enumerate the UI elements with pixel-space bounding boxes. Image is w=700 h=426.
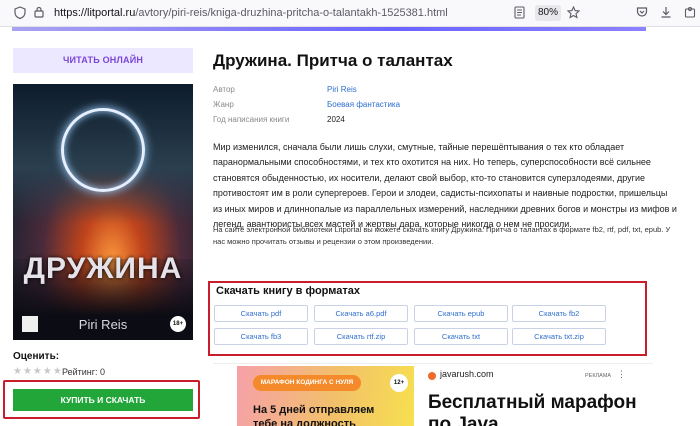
book-description: Мир изменился, сначала были лишь слухи, …	[213, 142, 677, 230]
age-rating-badge: 18+	[170, 316, 186, 332]
cover-title: ДРУЖИНА	[23, 252, 183, 285]
buy-and-download-button[interactable]: КУПИТЬ И СКАЧАТЬ	[13, 389, 193, 411]
library-info-text: На сайте электронной библиотеки Litporta…	[213, 225, 671, 246]
author-link[interactable]: Piri Reis	[327, 85, 357, 94]
extensions-icon[interactable]	[684, 6, 696, 21]
download-a6-pdf-button[interactable]: Скачать a6.pdf	[314, 305, 408, 322]
lock-icon[interactable]	[34, 6, 44, 21]
ad-menu-icon[interactable]: ⋮	[617, 369, 626, 380]
ad-label: РЕКЛАМА	[585, 373, 612, 379]
ad-domain[interactable]: javarush.com	[440, 369, 494, 379]
ad-image-text-line-2: тебе на должность	[253, 418, 356, 426]
meta-label-year: Год написания книги	[213, 115, 290, 124]
url-bar[interactable]: https://litportal.ru/avtory/piri-reis/kn…	[54, 7, 448, 19]
rate-label: Оценить:	[13, 351, 60, 362]
cover-author: Piri Reis	[78, 317, 128, 332]
download-formats-title: Скачать книгу в форматах	[216, 285, 360, 297]
download-txt-button[interactable]: Скачать txt	[414, 328, 508, 345]
download-pdf-button[interactable]: Скачать pdf	[214, 305, 308, 322]
shield-icon[interactable]	[14, 6, 26, 22]
meta-label-genre: Жанр	[213, 100, 234, 109]
url-path: /avtory/piri-reis/kniga-druzhina-pritcha…	[135, 7, 448, 19]
rating-value: Рейтинг: 0	[62, 367, 106, 377]
pocket-icon[interactable]	[636, 6, 648, 21]
reader-view-icon[interactable]	[514, 6, 525, 22]
download-txt-zip-button[interactable]: Скачать txt.zip	[512, 328, 606, 345]
top-banner-strip[interactable]	[12, 27, 646, 31]
download-fb2-button[interactable]: Скачать fb2	[512, 305, 606, 322]
ad-headline[interactable]: Бесплатный марафон по Java	[428, 392, 637, 426]
rating-stars[interactable]: ★★★★★	[13, 366, 63, 377]
url-host: https://litportal.ru	[54, 7, 136, 19]
genre-link[interactable]: Боевая фантастика	[327, 100, 400, 109]
ad-age-badge: 12+	[390, 374, 408, 392]
publisher-logo	[22, 316, 38, 332]
book-cover[interactable]: ДРУЖИНА	[13, 84, 193, 340]
download-icon[interactable]	[660, 6, 672, 21]
page-title: Дружина. Притча о талантах	[213, 51, 453, 70]
advertiser-logo-icon	[428, 372, 436, 380]
read-online-button[interactable]: ЧИТАТЬ ОНЛАЙН	[13, 48, 193, 73]
ad-headline-line-2: по Java	[428, 414, 499, 426]
ad-image-text: На 5 дней отправляем тебе на должность	[253, 403, 374, 426]
download-rtf-zip-button[interactable]: Скачать rtf.zip	[314, 328, 408, 345]
browser-toolbar: https://litportal.ru/avtory/piri-reis/kn…	[0, 0, 700, 27]
ad-promo-pill: МАРАФОН КОДИНГА С НУЛЯ	[253, 375, 361, 391]
ad-image-text-line-1: На 5 дней отправляем	[253, 404, 375, 416]
bookmark-star-icon[interactable]	[566, 5, 581, 22]
download-epub-button[interactable]: Скачать epub	[414, 305, 508, 322]
ad-headline-line-1: Бесплатный марафон	[428, 392, 637, 413]
meta-label-author: Автор	[213, 85, 235, 94]
year-value: 2024	[327, 115, 345, 124]
cover-eclipse-ring	[61, 108, 145, 192]
zoom-level[interactable]: 80%	[535, 5, 561, 21]
download-fb3-button[interactable]: Скачать fb3	[214, 328, 308, 345]
